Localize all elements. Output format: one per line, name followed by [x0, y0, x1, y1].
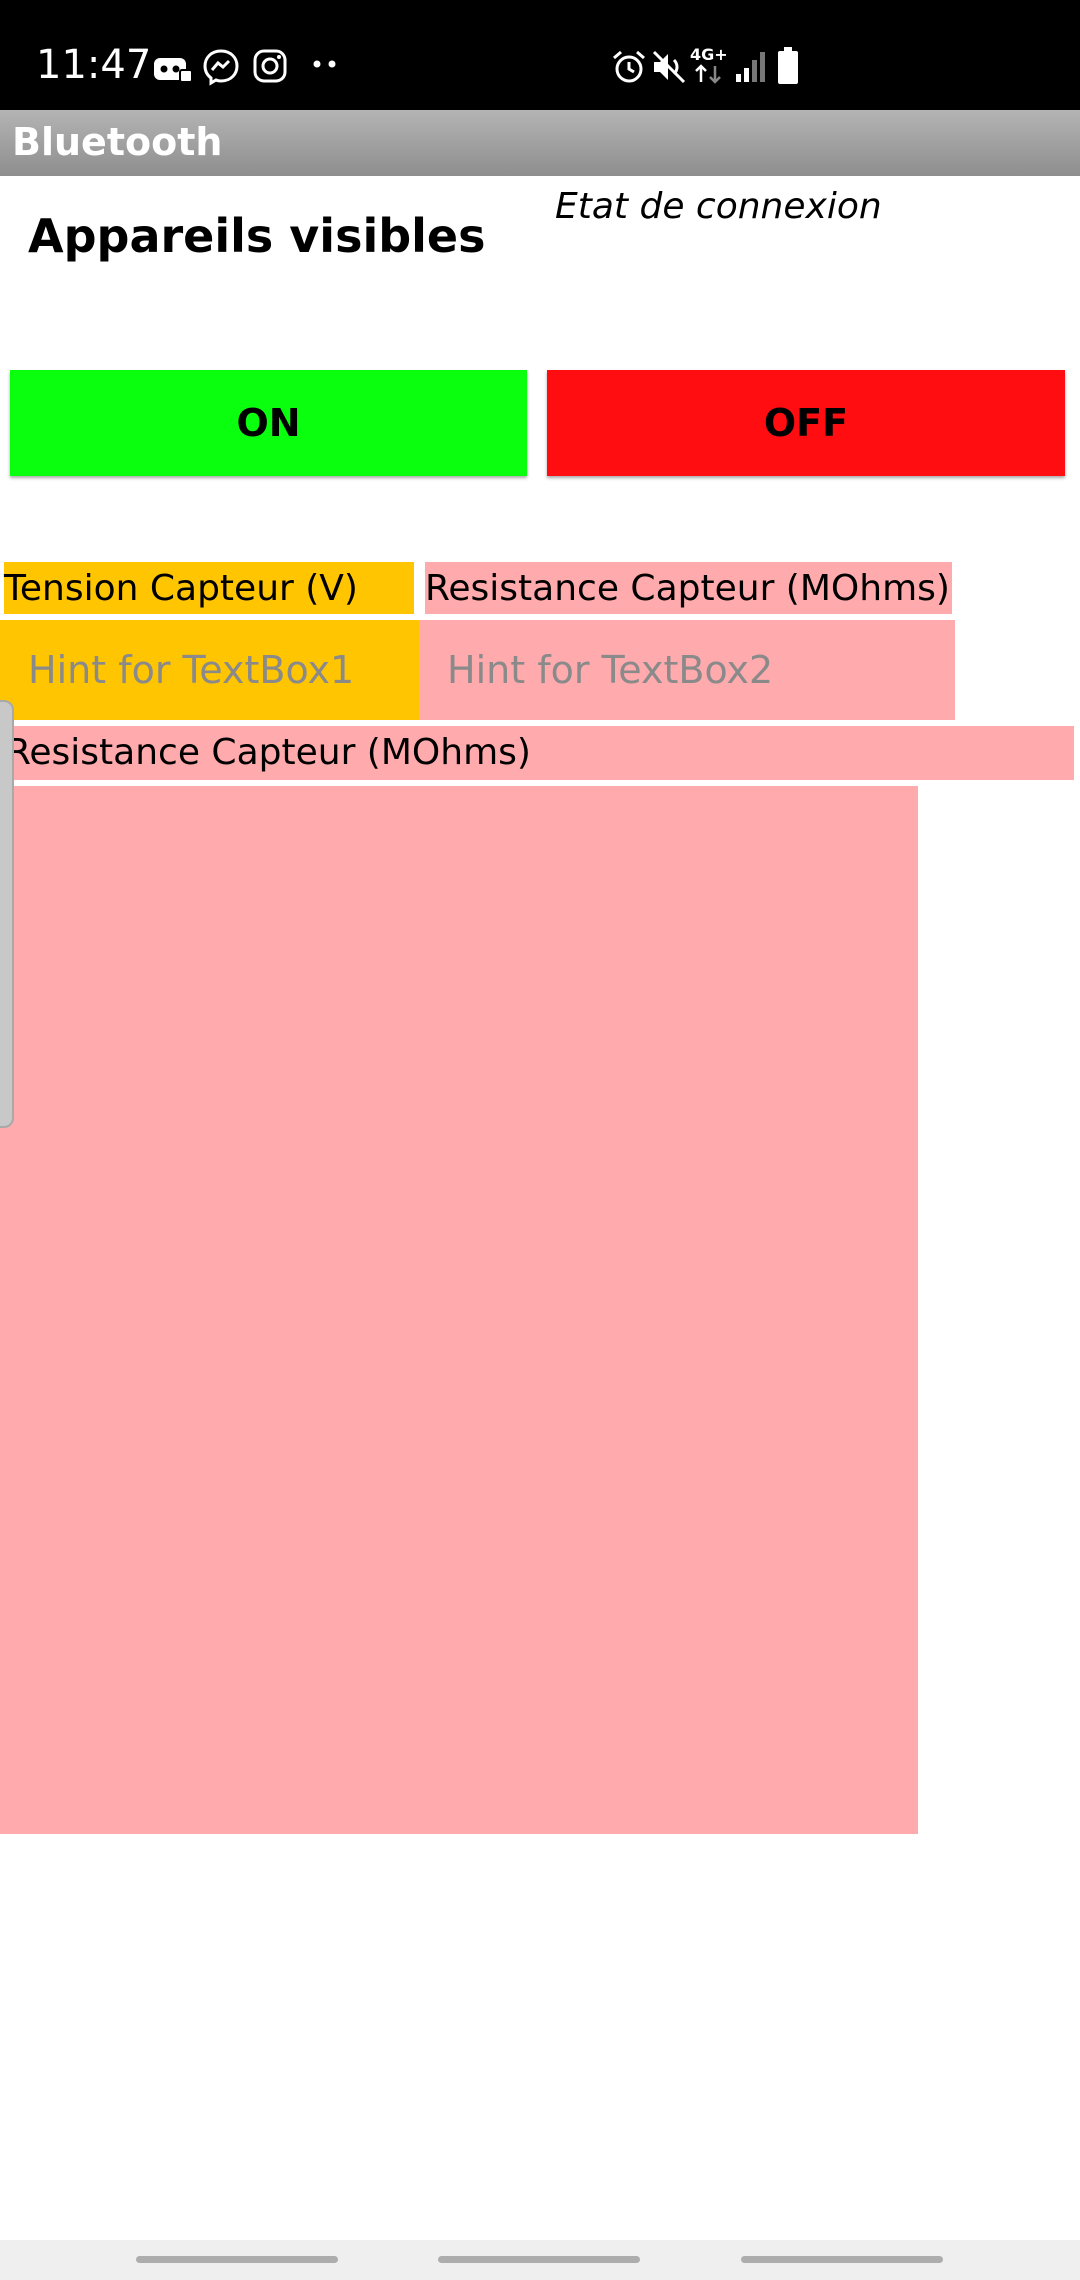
- resistance-sensor-label-full: Resistance Capteur (MOhms): [0, 726, 1074, 780]
- network-label: 4G+: [690, 45, 728, 64]
- textbox-1[interactable]: [0, 620, 419, 720]
- messenger-icon: [203, 49, 239, 86]
- instagram-icon: [253, 49, 287, 83]
- signal-icon: [736, 52, 765, 82]
- battery-icon: [778, 47, 798, 84]
- discord-icon: [154, 58, 193, 83]
- on-button[interactable]: ON: [10, 370, 527, 476]
- app-title: Bluetooth: [12, 120, 223, 164]
- off-button[interactable]: OFF: [547, 370, 1065, 476]
- textbox-2[interactable]: [419, 620, 955, 720]
- alarm-icon: [613, 50, 645, 83]
- nav-home-button[interactable]: [438, 2256, 640, 2263]
- edge-panel-handle[interactable]: [0, 700, 14, 1128]
- network-4g-icon: [695, 64, 721, 84]
- sensor-display-area: [0, 786, 918, 1834]
- visible-devices-heading: Appareils visibles: [28, 209, 486, 263]
- tension-sensor-label: Tension Capteur (V): [4, 562, 414, 614]
- nav-recents-button[interactable]: [136, 2256, 338, 2263]
- status-time: 11:47: [36, 42, 152, 88]
- connection-state-label: Etat de connexion: [555, 186, 882, 227]
- more-dots-icon: [313, 60, 336, 68]
- mute-icon: [652, 50, 686, 84]
- nav-back-button[interactable]: [741, 2256, 943, 2263]
- resistance-sensor-label: Resistance Capteur (MOhms): [425, 562, 952, 614]
